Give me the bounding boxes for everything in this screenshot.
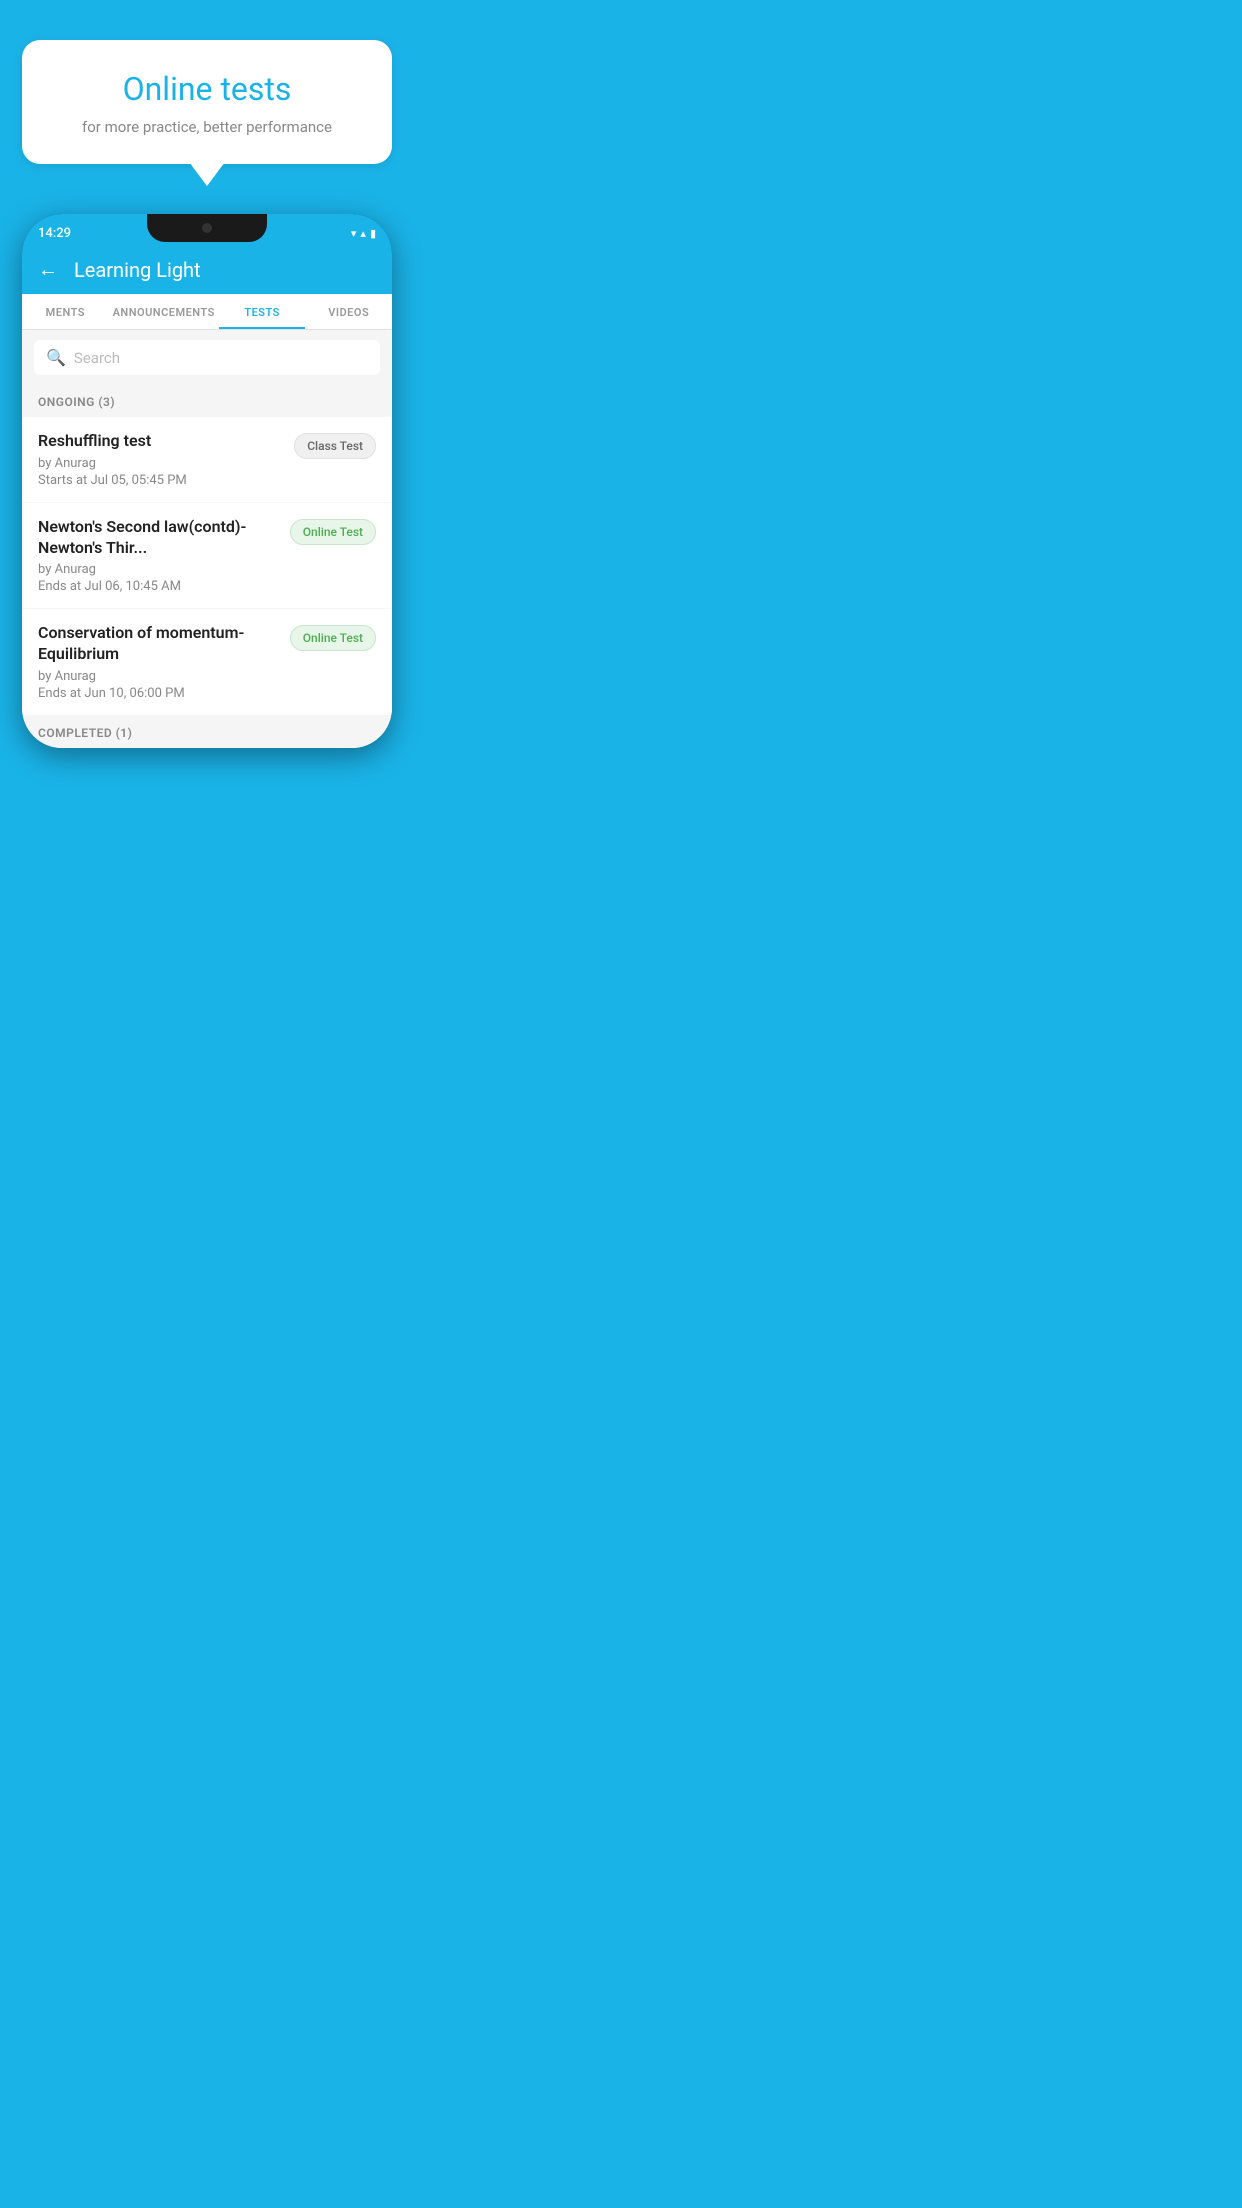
signal-icon: ▴ <box>360 227 366 240</box>
test-card-newtons[interactable]: Newton's Second law(contd)-Newton's Thir… <box>22 503 392 609</box>
test-title-conservation: Conservation of momentum-Equilibrium <box>38 623 280 665</box>
back-button[interactable]: ← <box>38 257 58 282</box>
test-author-conservation: by Anurag <box>38 669 280 684</box>
camera-icon <box>202 223 212 233</box>
test-card-reshuffling[interactable]: Reshuffling test by Anurag Starts at Jul… <box>22 417 392 502</box>
completed-section-header: COMPLETED (1) <box>22 716 392 748</box>
test-card-info: Reshuffling test by Anurag Starts at Jul… <box>38 431 284 488</box>
status-bar: 14:29 ▾ ▴ ▮ <box>22 214 392 247</box>
test-title-reshuffling: Reshuffling test <box>38 431 284 452</box>
ongoing-section-header: ONGOING (3) <box>22 385 392 417</box>
test-badge-newtons: Online Test <box>290 519 376 545</box>
test-card-info-conservation: Conservation of momentum-Equilibrium by … <box>38 623 280 701</box>
content-area: ONGOING (3) Reshuffling test by Anurag S… <box>22 385 392 748</box>
wifi-icon: ▾ <box>351 227 357 240</box>
test-date-reshuffling: Starts at Jul 05, 05:45 PM <box>38 473 284 488</box>
battery-icon: ▮ <box>370 227 376 240</box>
test-card-info-newtons: Newton's Second law(contd)-Newton's Thir… <box>38 517 280 595</box>
tab-ments[interactable]: MENTS <box>22 294 109 329</box>
test-badge-conservation: Online Test <box>290 625 376 651</box>
tab-tests[interactable]: TESTS <box>219 294 306 329</box>
test-title-newtons: Newton's Second law(contd)-Newton's Thir… <box>38 517 280 559</box>
search-input[interactable]: Search <box>74 349 120 367</box>
status-icons: ▾ ▴ ▮ <box>351 225 376 240</box>
search-icon: 🔍 <box>46 348 66 367</box>
test-date-conservation: Ends at Jun 10, 06:00 PM <box>38 686 280 701</box>
tabs-bar: MENTS ANNOUNCEMENTS TESTS VIDEOS <box>22 294 392 330</box>
speech-bubble-subtitle: for more practice, better performance <box>52 118 362 136</box>
app-title: Learning Light <box>74 258 201 282</box>
search-container: 🔍 Search <box>22 330 392 385</box>
phone-wrapper: 14:29 ▾ ▴ ▮ ← Learning Light MENTS ANNOU… <box>22 214 392 748</box>
status-bar-time: 14:29 <box>38 224 71 241</box>
phone-frame: 14:29 ▾ ▴ ▮ ← Learning Light MENTS ANNOU… <box>22 214 392 748</box>
search-input-wrapper[interactable]: 🔍 Search <box>34 340 380 375</box>
speech-bubble-title: Online tests <box>52 70 362 108</box>
speech-bubble: Online tests for more practice, better p… <box>22 40 392 164</box>
tab-videos[interactable]: VIDEOS <box>305 294 392 329</box>
test-author-reshuffling: by Anurag <box>38 456 284 471</box>
notch <box>147 214 267 242</box>
test-badge-reshuffling: Class Test <box>294 433 376 459</box>
test-card-conservation[interactable]: Conservation of momentum-Equilibrium by … <box>22 609 392 715</box>
test-author-newtons: by Anurag <box>38 562 280 577</box>
app-header: ← Learning Light <box>22 247 392 294</box>
test-date-newtons: Ends at Jul 06, 10:45 AM <box>38 579 280 594</box>
tab-announcements[interactable]: ANNOUNCEMENTS <box>109 294 219 329</box>
